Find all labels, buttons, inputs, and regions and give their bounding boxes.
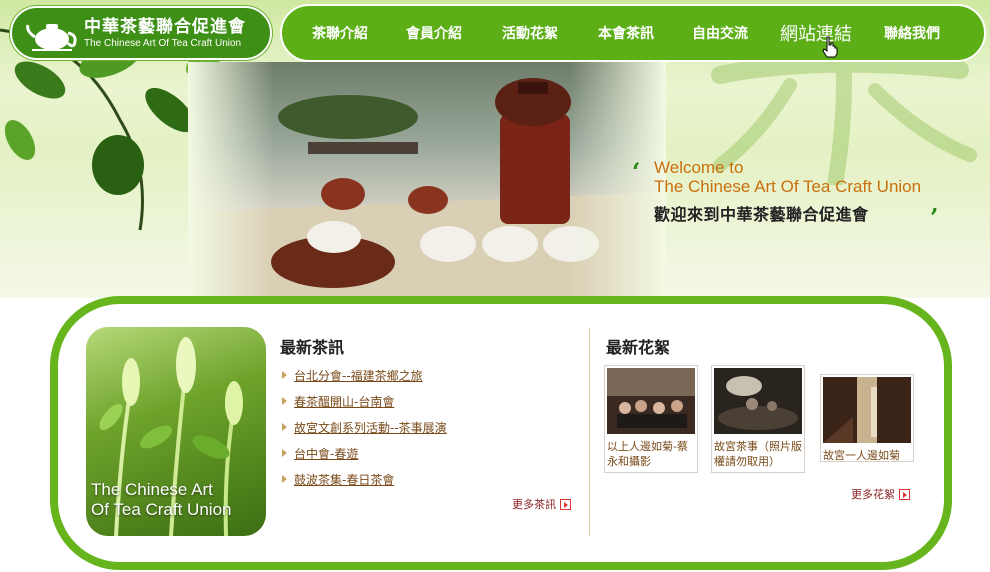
news-item: 鼓波茶集-春日茶會 [280, 466, 580, 492]
photo-caption: 故宮茶事（照片版權請勿取用） [714, 440, 802, 468]
museum-interior-photo [823, 377, 911, 443]
welcome-line-2: The Chinese Art Of Tea Craft Union [654, 177, 922, 196]
main-nav: 茶聯介紹 會員介紹 活動花絮 本會茶訊 自由交流 網站連結 聯絡我們 [280, 4, 986, 62]
nav-item-forum[interactable]: 自由交流 [674, 13, 766, 53]
more-news-label: 更多茶訊 [512, 498, 556, 511]
tea-leaf-photo: The Chinese Art Of Tea Craft Union [86, 327, 266, 536]
photo-thumbnail[interactable]: 故宮一人邊如菊 [820, 374, 914, 462]
news-link[interactable]: 故宮文創系列活動--茶事展演 [294, 419, 447, 436]
welcome-message: ‘ Welcome to The Chinese Art Of Tea Craf… [632, 155, 972, 232]
news-link[interactable]: 春茶醞開山-台南會 [294, 393, 394, 410]
welcome-line-1: Welcome to [654, 158, 744, 177]
more-photos-link[interactable]: 更多花絮 [851, 486, 910, 502]
arrow-right-icon [560, 498, 571, 510]
nav-item-members[interactable]: 會員介紹 [386, 13, 482, 53]
gathering-photo [607, 368, 695, 434]
site-logo[interactable]: 中華茶藝聯合促進會 The Chinese Art Of Tea Craft U… [10, 6, 272, 60]
bullet-arrow-icon [282, 423, 287, 431]
news-item: 春茶醞開山-台南會 [280, 388, 580, 414]
news-item: 故宮文創系列活動--茶事展演 [280, 414, 580, 440]
nav-item-gallery[interactable]: 活動花絮 [482, 13, 578, 53]
photo-caption: 以上人邊如菊-蔡永和攝影 [607, 440, 688, 468]
news-item: 台中會-春遊 [280, 440, 580, 466]
news-link[interactable]: 台中會-春遊 [294, 445, 358, 462]
logo-text: 中華茶藝聯合促進會 The Chinese Art Of Tea Craft U… [84, 17, 246, 50]
bullet-arrow-icon [282, 397, 287, 405]
more-news-link[interactable]: 更多茶訊 [512, 496, 571, 512]
tea-photo-caption-line-2: Of Tea Craft Union [91, 500, 232, 519]
logo-title-zh: 中華茶藝聯合促進會 [84, 16, 246, 37]
nav-item-news[interactable]: 本會茶訊 [578, 13, 674, 53]
museum-event-photo [714, 368, 802, 434]
bullet-arrow-icon [282, 371, 287, 379]
tea-set-photo [188, 62, 666, 298]
news-link[interactable]: 鼓波茶集-春日茶會 [294, 471, 394, 488]
quote-close-icon: ’ [930, 203, 939, 232]
quote-open-icon: ‘ [632, 157, 641, 186]
photo-thumbnail[interactable]: 故宮茶事（照片版權請勿取用） [711, 365, 805, 473]
hand-cursor-icon [822, 36, 838, 58]
logo-title-en: The Chinese Art Of Tea Craft Union [84, 37, 242, 49]
more-photos-label: 更多花絮 [851, 488, 895, 501]
photos-section-title: 最新花絮 [606, 338, 671, 357]
nav-item-links[interactable]: 網站連結 [766, 13, 866, 53]
welcome-line-zh: 歡迎來到中華茶藝聯合促進會 [654, 205, 869, 224]
bullet-arrow-icon [282, 475, 287, 483]
tea-photo-caption-line-1: The Chinese Art [91, 480, 213, 499]
news-item: 台北分會--福建茶鄉之旅 [280, 362, 580, 388]
arrow-right-icon [899, 488, 910, 500]
news-section-title: 最新茶訊 [280, 338, 345, 357]
nav-item-about[interactable]: 茶聯介紹 [294, 13, 386, 53]
teapot-icon [26, 24, 77, 51]
bullet-arrow-icon [282, 449, 287, 457]
section-divider [589, 328, 590, 536]
news-list: 台北分會--福建茶鄉之旅 春茶醞開山-台南會 故宮文創系列活動--茶事展演 台中… [280, 362, 580, 492]
photo-fade [188, 62, 666, 298]
nav-item-contact[interactable]: 聯絡我們 [866, 13, 958, 53]
tea-photo-caption: The Chinese Art Of Tea Craft Union [91, 480, 231, 520]
photo-thumbnail[interactable]: 以上人邊如菊-蔡永和攝影 [604, 365, 698, 473]
photo-caption: 故宮一人邊如菊 [823, 449, 900, 462]
news-link[interactable]: 台北分會--福建茶鄉之旅 [294, 367, 423, 384]
